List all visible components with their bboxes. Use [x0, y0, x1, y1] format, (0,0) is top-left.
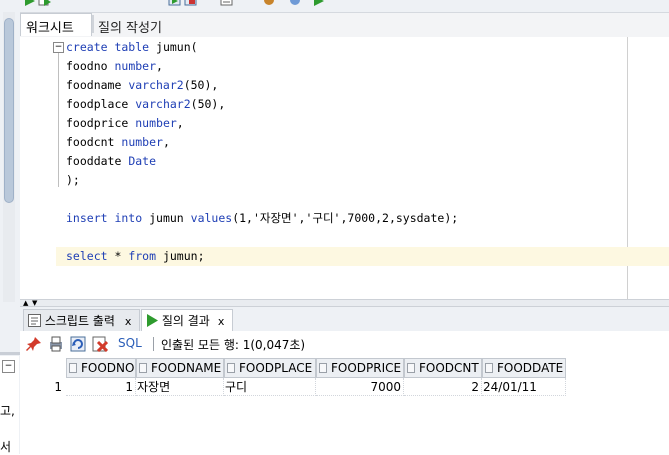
code-line: foodcnt number,: [66, 135, 170, 149]
left-panel-divider[interactable]: [0, 352, 20, 355]
column-header[interactable]: FOODPRICE: [316, 358, 404, 378]
delete-icon[interactable]: [92, 336, 108, 352]
column-header[interactable]: FOODNO: [66, 358, 136, 378]
pin-icon[interactable]: [26, 336, 42, 352]
results-grid[interactable]: FOODNO FOODNAME FOODPLACE FOODPRICE FOOD…: [20, 357, 669, 454]
tab-worksheet-label: 워크시트: [26, 21, 74, 36]
tab-worksheet[interactable]: 워크시트: [20, 13, 92, 36]
table-cell[interactable]: 자장면: [136, 378, 224, 396]
table-cell[interactable]: 24/01/11: [482, 378, 566, 396]
column-header[interactable]: FOODDATE: [482, 358, 566, 378]
run-statement-icon[interactable]: [23, 0, 37, 8]
fold-toggle-icon[interactable]: −: [53, 42, 64, 53]
run-script-icon[interactable]: [38, 0, 52, 8]
print-icon[interactable]: [48, 336, 64, 352]
column-header[interactable]: FOODCNT: [404, 358, 482, 378]
sort-icon: [139, 363, 147, 373]
run-icon: [147, 314, 158, 327]
sql-editor[interactable]: − create table jumun( foodno number, foo…: [20, 37, 669, 299]
tab-query-builder-label: 질의 작성기: [98, 21, 162, 36]
worksheet-tab-bar: 워크시트 질의 작성기: [20, 13, 669, 38]
refresh-icon[interactable]: [70, 336, 86, 352]
code-line: fooddate Date: [66, 154, 157, 168]
commit-icon[interactable]: [168, 0, 182, 8]
toolbar-separator: [153, 337, 154, 351]
code-line: foodplace varchar2(50),: [66, 97, 226, 111]
sql-link[interactable]: SQL: [118, 336, 142, 350]
expand-up-icon[interactable]: ▲: [23, 299, 28, 307]
table-cell[interactable]: 7000: [316, 378, 404, 396]
script-output-icon: [28, 314, 41, 327]
table-cell[interactable]: 2: [404, 378, 482, 396]
code-line: foodname varchar2(50),: [66, 78, 219, 92]
rollback-icon[interactable]: [184, 0, 198, 8]
results-tab-bar: 스크립트 출력 x 질의 결과 x: [20, 307, 669, 332]
left-panel-text-fragment: 고,: [0, 404, 15, 418]
clear-icon[interactable]: [288, 0, 302, 8]
code-line: foodprice number,: [66, 116, 184, 130]
autotrace-icon[interactable]: [220, 0, 234, 8]
close-icon[interactable]: x: [125, 315, 132, 328]
code-line-select: select * from jumun;: [66, 249, 205, 263]
column-header[interactable]: FOODPLACE: [224, 358, 316, 378]
code-line: create table jumun(: [66, 40, 198, 54]
left-scrollbar-thumb[interactable]: [4, 18, 14, 203]
editor-gutter: [20, 37, 50, 299]
tab-query-builder[interactable]: 질의 작성기: [98, 17, 162, 36]
main-toolbar: [20, 0, 669, 13]
tab-script-output-label: 스크립트 출력: [44, 314, 115, 328]
sort-icon: [69, 363, 77, 373]
row-number[interactable]: 1: [20, 378, 66, 396]
fetch-status-text: 인출된 모든 행: 1(0,047초): [161, 338, 306, 352]
explain-plan-icon[interactable]: [262, 0, 276, 8]
tab-query-result[interactable]: 질의 결과 x: [141, 309, 233, 331]
sort-icon: [485, 363, 493, 373]
close-icon[interactable]: x: [218, 315, 225, 328]
code-line-insert: insert into jumun values(1,'자장면','구디',70…: [66, 211, 459, 225]
sort-icon: [227, 363, 235, 373]
collapse-icon[interactable]: −: [2, 360, 15, 373]
table-cell[interactable]: 1: [66, 378, 136, 396]
expand-down-icon[interactable]: ▼: [32, 299, 37, 307]
column-header[interactable]: FOODNAME: [136, 358, 224, 378]
tab-query-result-label: 질의 결과: [161, 314, 210, 328]
code-line: );: [66, 173, 80, 187]
table-cell[interactable]: 구디: [224, 378, 316, 396]
tab-separator: [92, 15, 94, 33]
pane-splitter[interactable]: ▲ ▼: [20, 299, 669, 307]
sort-icon: [407, 363, 415, 373]
tab-script-output[interactable]: 스크립트 출력 x: [23, 309, 140, 331]
results-toolbar: SQL 인출된 모든 행: 1(0,047초): [20, 331, 669, 358]
fold-guide: [58, 53, 59, 187]
left-panel-text-fragment: 서: [0, 440, 12, 454]
history-icon[interactable]: [312, 0, 326, 8]
sort-icon: [319, 363, 327, 373]
code-line: foodno number,: [66, 59, 163, 73]
